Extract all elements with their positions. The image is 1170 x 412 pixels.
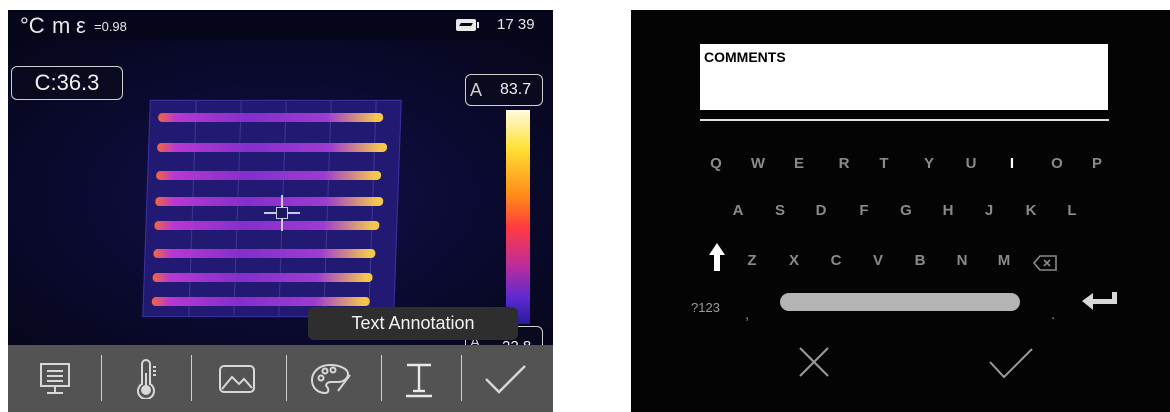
key-p[interactable]: P — [1082, 155, 1112, 172]
key-x[interactable]: X — [779, 252, 809, 269]
tooltip: Text Annotation — [308, 307, 518, 340]
divider — [700, 119, 1109, 121]
key-t[interactable]: T — [869, 155, 899, 172]
bottom-toolbar — [8, 345, 553, 412]
clock: 17 39 — [497, 16, 535, 33]
image-icon[interactable] — [212, 355, 262, 403]
key-s[interactable]: S — [765, 202, 795, 219]
key-q[interactable]: Q — [701, 155, 731, 172]
comments-label: COMMENTS — [704, 49, 786, 65]
emissivity-symbol: ε — [76, 13, 86, 38]
key-f[interactable]: F — [849, 202, 879, 219]
battery-charging-icon — [456, 19, 479, 31]
enter-icon[interactable] — [1081, 290, 1119, 317]
key-i[interactable]: I — [997, 155, 1027, 172]
text-entry-screen: COMMENTS ?123 , . QWERTYUIOP ASDFGHJKL ZXC… — [631, 10, 1170, 412]
thermometer-icon[interactable] — [121, 355, 171, 403]
key-z[interactable]: Z — [737, 252, 767, 269]
crosshair-icon — [264, 195, 300, 231]
comma-key[interactable]: , — [745, 306, 749, 323]
status-bar: °C m ε =0.98 17 39 — [8, 10, 553, 40]
checkmark-icon[interactable] — [480, 355, 530, 403]
max-auto-label: A — [470, 80, 483, 100]
shift-icon[interactable] — [708, 242, 726, 277]
period-key[interactable]: . — [1051, 306, 1055, 323]
comments-input[interactable]: COMMENTS — [700, 44, 1108, 110]
key-y[interactable]: Y — [914, 155, 944, 172]
key-n[interactable]: N — [947, 252, 977, 269]
key-j[interactable]: J — [974, 202, 1004, 219]
thermal-camera-screen: °C m ε =0.98 17 39 C:36.3 A 83.7 A Text … — [8, 10, 553, 412]
key-v[interactable]: V — [863, 252, 893, 269]
key-m[interactable]: M — [989, 252, 1019, 269]
key-k[interactable]: K — [1016, 202, 1046, 219]
key-d[interactable]: D — [806, 202, 836, 219]
key-c[interactable]: C — [821, 252, 851, 269]
close-icon[interactable] — [797, 345, 831, 384]
unit-distance: m — [52, 13, 71, 38]
key-b[interactable]: B — [905, 252, 935, 269]
key-h[interactable]: H — [933, 202, 963, 219]
palette-icon[interactable] — [305, 355, 355, 403]
key-u[interactable]: U — [956, 155, 986, 172]
key-w[interactable]: W — [743, 155, 773, 172]
display-icon[interactable] — [30, 355, 80, 403]
key-r[interactable]: R — [829, 155, 859, 172]
max-temperature: 83.7 — [500, 81, 532, 98]
color-scale-bar — [506, 110, 530, 324]
key-e[interactable]: E — [784, 155, 814, 172]
key-a[interactable]: A — [723, 202, 753, 219]
symbols-key[interactable]: ?123 — [691, 300, 720, 315]
key-o[interactable]: O — [1042, 155, 1072, 172]
max-temperature-box: A 83.7 — [465, 74, 543, 106]
key-g[interactable]: G — [891, 202, 921, 219]
center-temperature: C:36.3 — [11, 66, 123, 100]
checkmark-icon[interactable] — [987, 346, 1035, 385]
backspace-icon[interactable] — [1032, 255, 1057, 276]
space-bar[interactable] — [780, 293, 1020, 311]
emissivity-value: =0.98 — [94, 19, 127, 34]
text-icon[interactable] — [394, 355, 444, 403]
key-l[interactable]: L — [1057, 202, 1087, 219]
unit-celsius: °C — [20, 13, 45, 38]
